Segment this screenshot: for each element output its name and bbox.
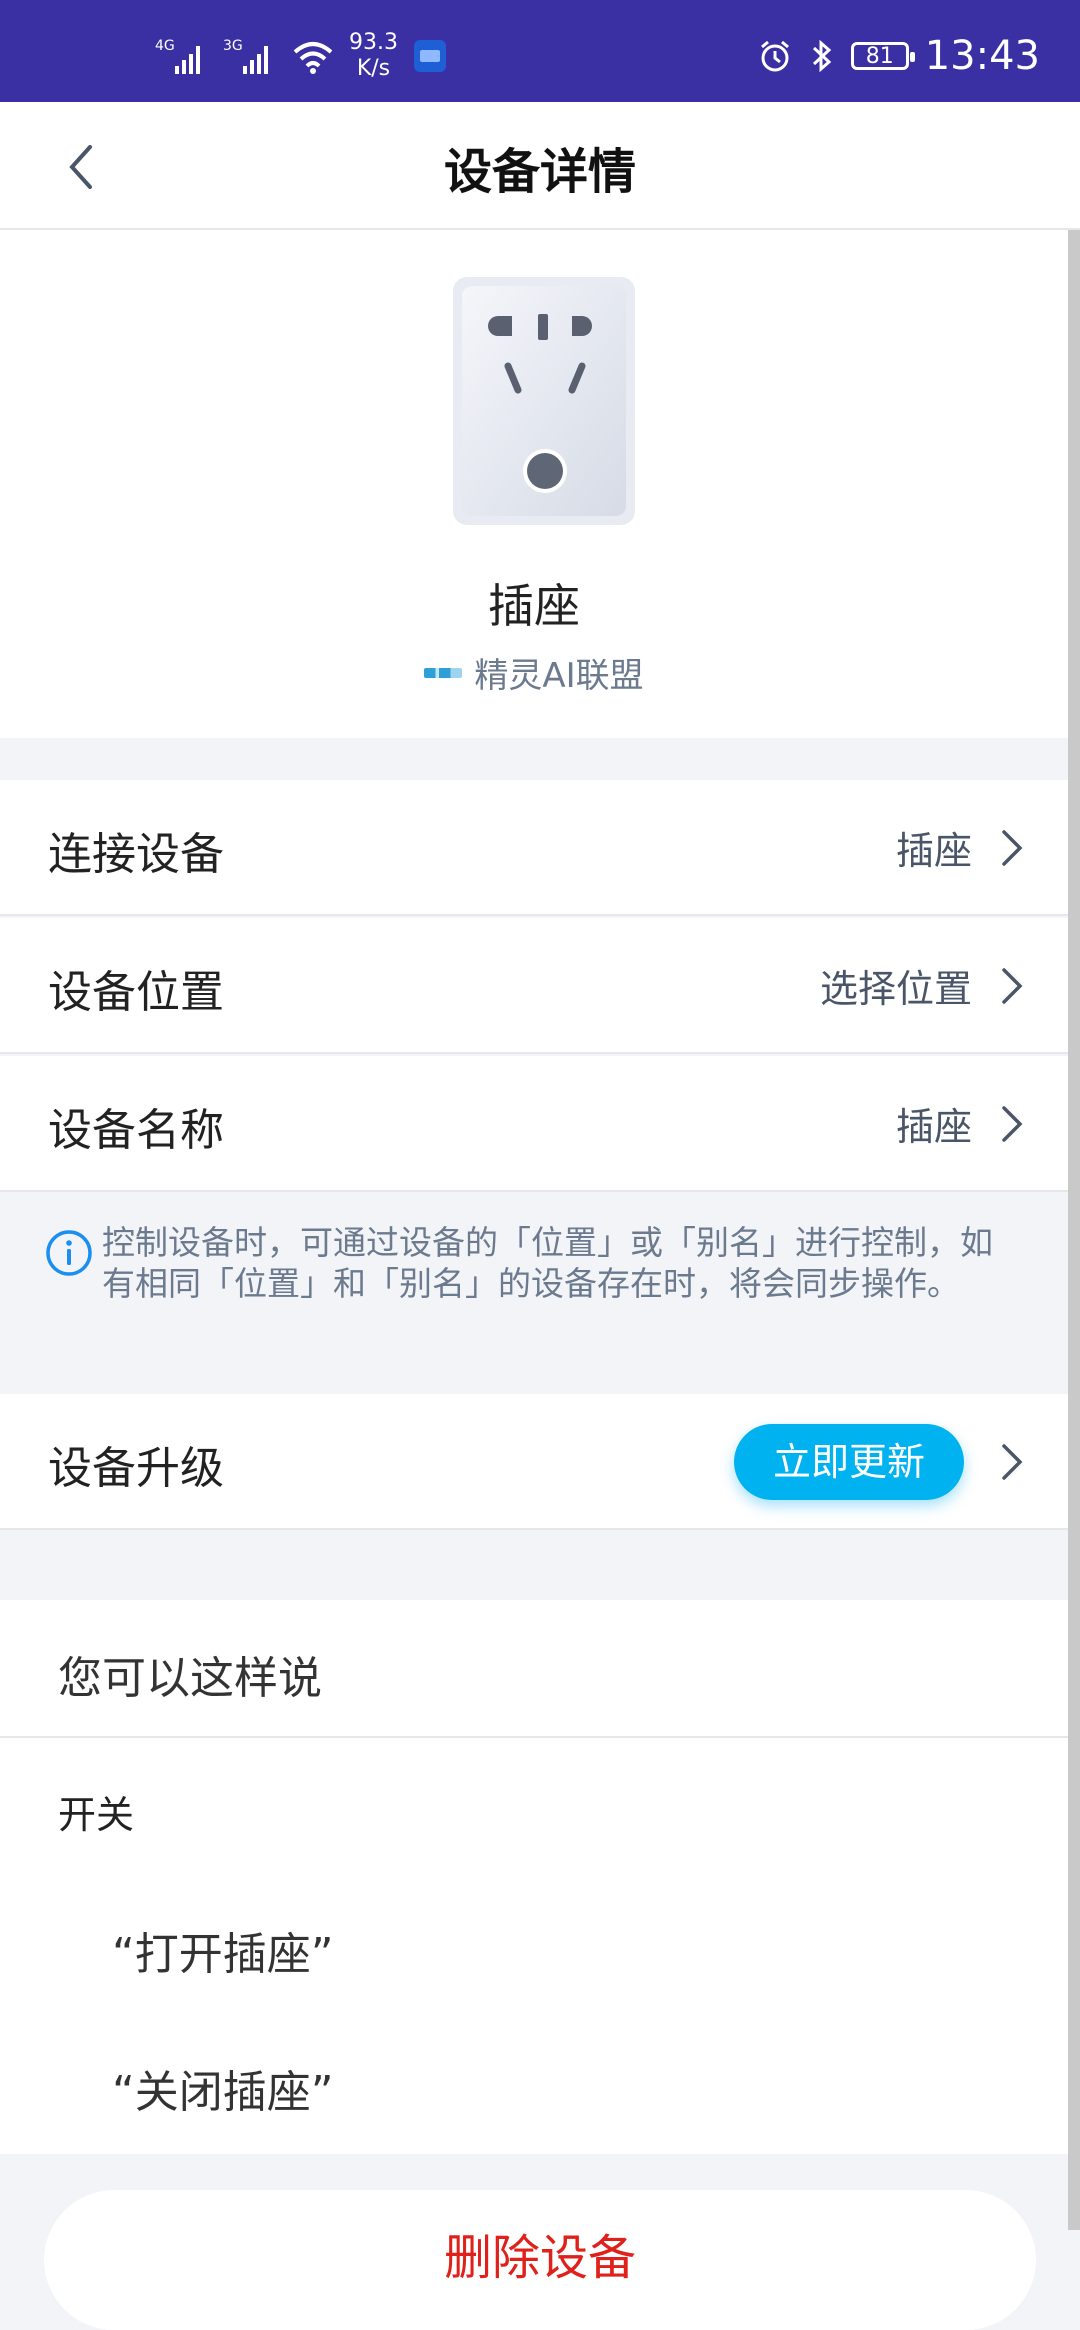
signal-icon: 3G [223, 38, 268, 74]
bluetooth-icon [812, 39, 831, 73]
scrollbar[interactable] [1068, 230, 1080, 2230]
svg-text:4G: 4G [155, 38, 175, 54]
alarm-icon [760, 40, 789, 72]
row-value: 插座 [895, 829, 972, 873]
page-title: 设备详情 [443, 144, 636, 200]
clock: 13:43 [924, 33, 1040, 79]
battery-level: 81 [865, 43, 894, 69]
control-tip: 控制设备时，可通过设备的「位置」或「别名」进行控制，如有相同「位置」和「别名」的… [0, 1194, 1068, 1392]
row-value: 插座 [895, 1105, 972, 1149]
update-now-button[interactable]: 立即更新 [734, 1424, 964, 1500]
device-name: 插座 [488, 579, 580, 633]
row-label: 设备位置 [48, 967, 224, 1018]
signal-icon: 4G [155, 38, 200, 74]
battery-icon: 81 [850, 42, 915, 70]
brand-name: 精灵AI联盟 [474, 656, 644, 696]
suggestion-example: “关闭插座” [112, 2067, 334, 2118]
suggestion-category: 开关 [58, 1793, 135, 1837]
device-header: 插座 精灵AI联盟 [0, 230, 1068, 738]
status-bar: 4G 3G 93.3 K/s 81 13:43 [0, 0, 1080, 102]
brand-logo-icon [424, 667, 463, 678]
row-value: 选择位置 [819, 967, 972, 1011]
network-speed: 93.3 K/s [349, 30, 398, 82]
row-label: 设备升级 [48, 1443, 224, 1494]
row-label: 连接设备 [48, 829, 224, 880]
wifi-icon [293, 42, 333, 74]
socket-image [453, 277, 635, 525]
tip-text: 控制设备时，可通过设备的「位置」或「别名」进行控制，如有相同「位置」和「别名」的… [102, 1223, 993, 1303]
chevron-right-icon [1002, 830, 1023, 866]
voice-suggestions: 您可以这样说 开关 “打开插座” “关闭插座” [0, 1600, 1068, 2154]
row-connect-device[interactable]: 连接设备 插座 [0, 780, 1068, 916]
suggestion-example: “打开插座” [112, 1929, 334, 1980]
status-left: 4G 3G 93.3 K/s [155, 28, 448, 84]
row-device-upgrade[interactable]: 设备升级 立即更新 [0, 1394, 1068, 1530]
info-icon [46, 1230, 92, 1276]
chevron-right-icon [1002, 1106, 1023, 1142]
chevron-right-icon [1002, 968, 1023, 1004]
row-device-name[interactable]: 设备名称 插座 [0, 1056, 1068, 1192]
brand-line: 精灵AI联盟 [0, 648, 1068, 697]
app-icon [413, 40, 446, 72]
status-right: 81 13:43 [757, 28, 1040, 84]
row-device-location[interactable]: 设备位置 选择位置 [0, 918, 1068, 1054]
speed-value: 93.3 [349, 30, 398, 55]
svg-text:3G: 3G [223, 38, 243, 54]
row-label: 设备名称 [48, 1105, 224, 1156]
delete-device-button[interactable]: 删除设备 [44, 2190, 1036, 2330]
chevron-right-icon [1002, 1444, 1023, 1480]
suggestions-title: 您可以这样说 [58, 1653, 322, 1704]
app-bar: 设备详情 [0, 102, 1080, 230]
speed-unit: K/s [356, 56, 391, 81]
suggestions-header: 您可以这样说 [0, 1600, 1068, 1738]
